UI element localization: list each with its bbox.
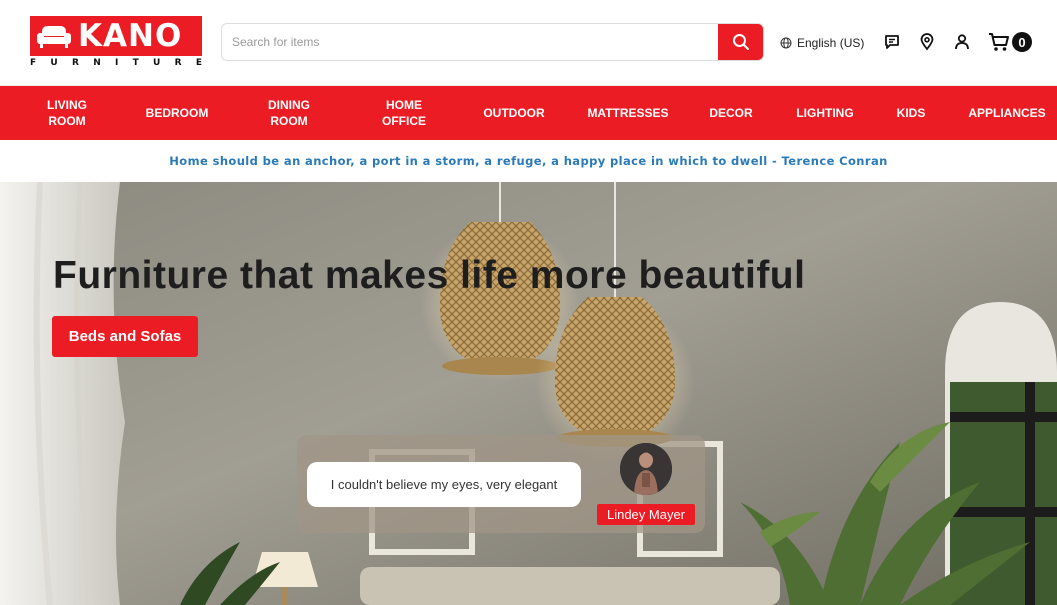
hero-banner: Furniture that makes life more beautiful… [0, 182, 1057, 605]
logo-tagline-letter: N [93, 58, 101, 68]
cart-icon [989, 33, 1009, 51]
avatar [620, 443, 672, 495]
logo-tagline-letter: R [174, 58, 182, 68]
logo-tagline: F U R N I T U R E [30, 58, 202, 68]
testimonial-card: I couldn't believe my eyes, very elegant… [297, 435, 705, 533]
globe-icon [780, 37, 792, 49]
store-locator-button[interactable] [917, 32, 937, 52]
cart-count-badge: 0 [1012, 32, 1032, 52]
cart-button[interactable]: 0 [988, 30, 1034, 54]
brand-logo[interactable]: KANO F U R N I T U R E [30, 16, 202, 70]
logo-tagline-letter: I [115, 58, 119, 68]
user-icon [955, 34, 969, 50]
nav-item-bedroom[interactable]: BEDROOM [137, 86, 217, 140]
logo-tagline-letter: R [72, 58, 79, 68]
nav-item-decor[interactable]: DECOR [701, 86, 761, 140]
quote-banner: Home should be an anchor, a port in a st… [0, 140, 1057, 182]
logo-tagline-letter: T [132, 58, 139, 68]
site-header: KANO F U R N I T U R E English (US) [0, 0, 1057, 86]
beds-and-sofas-button[interactable]: Beds and Sofas [52, 316, 198, 357]
main-navigation: LIVING ROOM BEDROOM DINING ROOM HOME OFF… [0, 86, 1057, 140]
logo-badge: KANO [30, 16, 202, 56]
nav-item-kids[interactable]: KIDS [886, 86, 936, 140]
nav-item-mattresses[interactable]: MATTRESSES [583, 86, 673, 140]
chat-button[interactable] [882, 32, 902, 52]
location-pin-icon [920, 33, 934, 51]
hero-title: Furniture that makes life more beautiful [53, 254, 806, 297]
search-icon [732, 34, 749, 50]
avatar-figure-icon [620, 443, 672, 495]
testimonial-quote: I couldn't believe my eyes, very elegant [307, 462, 581, 507]
logo-tagline-letter: E [195, 58, 202, 68]
search-bar [221, 23, 764, 61]
sofa-icon [37, 26, 71, 48]
hero-background-image [0, 182, 1057, 605]
nav-item-outdoor[interactable]: OUTDOOR [474, 86, 554, 140]
nav-item-appliances[interactable]: APPLIANCES [962, 86, 1052, 140]
nav-item-home-office[interactable]: HOME OFFICE [364, 86, 444, 140]
logo-tagline-letter: U [153, 58, 161, 68]
language-label: English (US) [797, 36, 865, 50]
chat-icon [885, 35, 899, 49]
search-input[interactable] [222, 24, 720, 60]
search-button[interactable] [718, 24, 763, 60]
logo-wordmark: KANO [78, 18, 183, 54]
nav-item-lighting[interactable]: LIGHTING [790, 86, 860, 140]
language-selector[interactable]: English (US) [780, 34, 864, 52]
account-button[interactable] [952, 32, 972, 52]
logo-tagline-letter: F [30, 58, 37, 68]
testimonial-author: Lindey Mayer [597, 504, 695, 525]
logo-tagline-letter: U [50, 58, 58, 68]
nav-item-dining-room[interactable]: DINING ROOM [249, 86, 329, 140]
nav-item-living-room[interactable]: LIVING ROOM [27, 86, 107, 140]
